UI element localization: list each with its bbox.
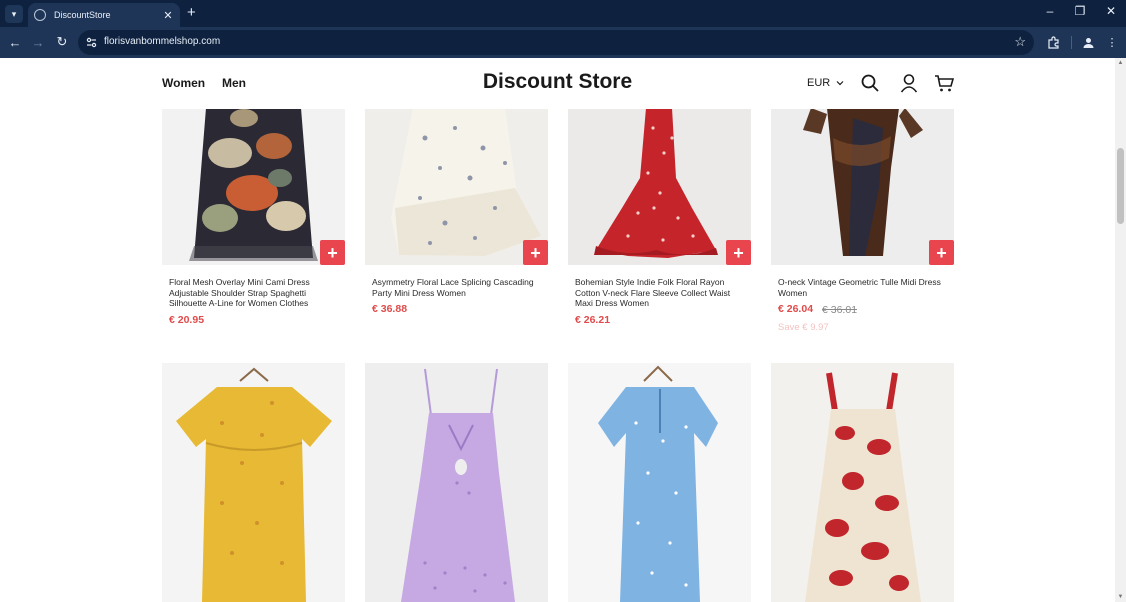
add-to-cart-button[interactable]: +: [523, 240, 548, 265]
restore-icon[interactable]: ❐: [1070, 4, 1090, 18]
scroll-up-icon[interactable]: ▲: [1117, 60, 1124, 66]
product-name[interactable]: Bohemian Style Indie Folk Floral Rayon C…: [575, 277, 747, 309]
browser-tab-bar: ▾ DiscountStore ✕ + – ❐ ✕: [0, 0, 1126, 27]
product-image[interactable]: [365, 363, 548, 602]
back-arrow-icon[interactable]: ←: [7, 34, 23, 50]
product-price: € 20.95: [169, 314, 205, 326]
currency-label: EUR: [807, 77, 831, 89]
reload-icon[interactable]: ↻: [54, 34, 70, 50]
minimize-icon[interactable]: –: [1040, 4, 1060, 18]
browser-toolbar: ← → ↻ florisvanbommelshop.com ☆ ⋮: [0, 27, 1126, 58]
product-name[interactable]: O-neck Vintage Geometric Tulle Midi Dres…: [778, 277, 950, 298]
close-window-icon[interactable]: ✕: [1101, 4, 1121, 18]
browser-tab[interactable]: DiscountStore ✕: [28, 3, 180, 27]
product-image[interactable]: [771, 363, 954, 602]
cart-icon[interactable]: [934, 73, 954, 93]
extensions-icon[interactable]: [1046, 35, 1060, 49]
product-image[interactable]: [568, 363, 751, 602]
product-image[interactable]: [162, 363, 345, 602]
currency-selector[interactable]: EUR: [807, 77, 844, 89]
add-to-cart-button[interactable]: +: [929, 240, 954, 265]
search-icon[interactable]: [860, 73, 880, 93]
profile-icon[interactable]: [1081, 35, 1095, 49]
product-price: € 26.21: [575, 314, 611, 326]
page-scrollbar[interactable]: ▲ ▼: [1115, 58, 1126, 602]
scrollbar-thumb[interactable]: [1117, 148, 1124, 224]
chevron-down-icon: [836, 81, 844, 86]
site-info-icon[interactable]: [86, 37, 97, 48]
site-favicon: [34, 9, 46, 21]
add-to-cart-button[interactable]: +: [320, 240, 345, 265]
browser-menu-icon[interactable]: ⋮: [1105, 35, 1119, 49]
close-tab-icon[interactable]: ✕: [162, 9, 174, 22]
product-name[interactable]: Floral Mesh Overlay Mini Cami Dress Adju…: [169, 277, 341, 309]
toolbar-separator: [1071, 36, 1072, 49]
account-icon[interactable]: [899, 73, 919, 93]
address-bar[interactable]: florisvanbommelshop.com ☆: [78, 30, 1034, 55]
site-header: Women Men Discount Store EUR: [0, 58, 1115, 109]
bookmark-star-icon[interactable]: ☆: [1014, 34, 1026, 50]
save-amount: Save € 9.97: [778, 322, 829, 333]
product-price: € 36.88: [372, 303, 408, 315]
scroll-down-icon[interactable]: ▼: [1117, 594, 1124, 600]
add-to-cart-button[interactable]: +: [726, 240, 751, 265]
original-price: € 36.01: [822, 304, 858, 316]
url-text: florisvanbommelshop.com: [104, 36, 221, 47]
product-price: € 26.04: [778, 303, 814, 315]
page-viewport: + Floral Mesh Overlay Mini Cami Dress Ad…: [0, 58, 1115, 602]
forward-arrow-icon[interactable]: →: [30, 34, 46, 50]
tab-search-button[interactable]: ▾: [5, 5, 23, 23]
product-name[interactable]: Asymmetry Floral Lace Splicing Cascading…: [372, 277, 544, 298]
new-tab-button[interactable]: +: [187, 5, 196, 21]
tab-title: DiscountStore: [54, 10, 111, 20]
